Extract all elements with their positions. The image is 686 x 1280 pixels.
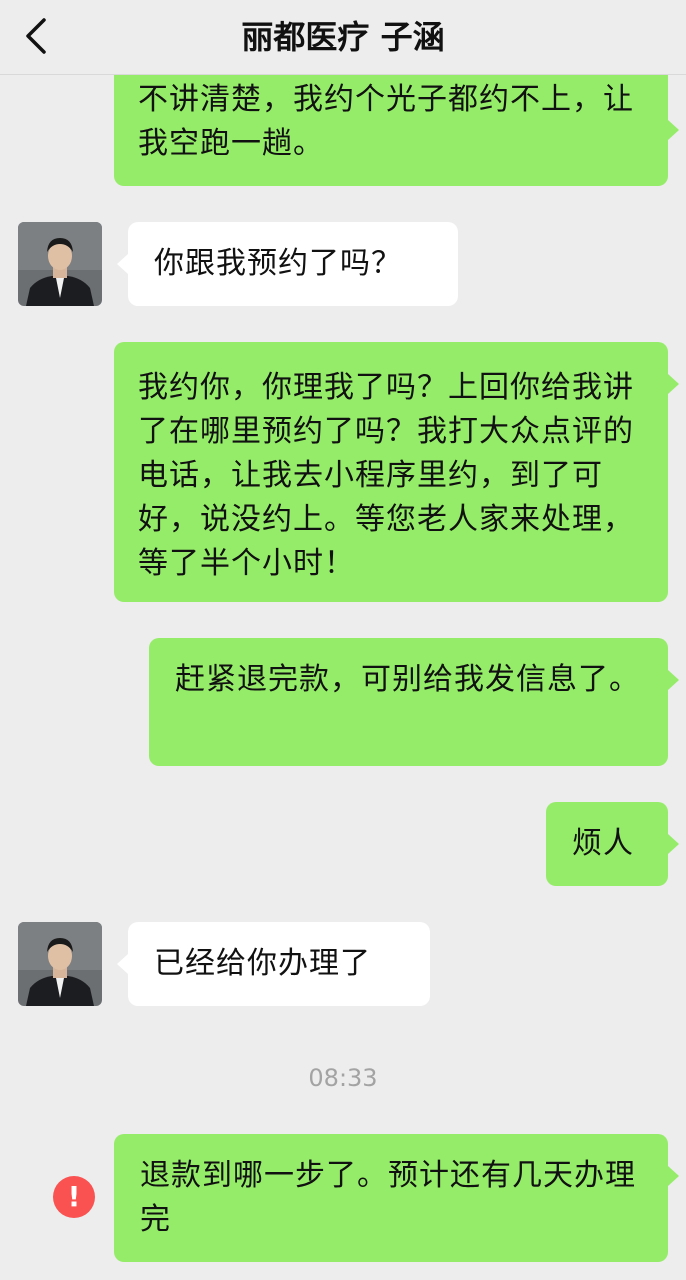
- bubble-tail: [117, 254, 128, 274]
- message-text: 我约你，你理我了吗？上回你给我讲了在哪里预约了吗？我打大众点评的电话，让我去小程…: [138, 370, 634, 581]
- chat-header: 丽都医疗 子涵: [0, 0, 686, 75]
- bubble-tail: [668, 670, 679, 690]
- bubble-tail: [668, 1166, 679, 1186]
- message-text: 退款到哪一步了。预计还有几天办理完: [140, 1158, 636, 1237]
- message-bubble-incoming[interactable]: 你跟我预约了吗？: [128, 222, 458, 306]
- avatar[interactable]: [18, 222, 102, 306]
- message-bubble-outgoing[interactable]: 烦人: [546, 802, 668, 886]
- chat-area[interactable]: 不讲清楚，我约个光子都约不上，让我空跑一趟。 你跟我预约了吗？ 我约你，你理我了…: [0, 0, 686, 1280]
- send-failed-icon[interactable]: !: [53, 1176, 95, 1218]
- message-text: 不讲清楚，我约个光子都约不上，让我空跑一趟。: [138, 82, 634, 161]
- bubble-tail: [117, 954, 128, 974]
- message-text: 赶紧退完款，可别给我发信息了。: [175, 662, 640, 697]
- message-timestamp: 08:33: [308, 1064, 378, 1092]
- message-bubble-outgoing[interactable]: 我约你，你理我了吗？上回你给我讲了在哪里预约了吗？我打大众点评的电话，让我去小程…: [114, 342, 668, 602]
- avatar[interactable]: [18, 922, 102, 1006]
- message-bubble-outgoing[interactable]: 退款到哪一步了。预计还有几天办理完: [114, 1134, 668, 1262]
- bubble-tail: [668, 834, 679, 854]
- chat-title: 丽都医疗 子涵: [241, 18, 445, 56]
- message-bubble-outgoing[interactable]: 赶紧退完款，可别给我发信息了。: [149, 638, 668, 766]
- message-text: 你跟我预约了吗？: [154, 246, 402, 281]
- message-text: 已经给你办理了: [154, 946, 371, 981]
- message-bubble-incoming[interactable]: 已经给你办理了: [128, 922, 430, 1006]
- bubble-tail: [668, 374, 679, 394]
- bubble-tail: [668, 120, 679, 140]
- message-text: 烦人: [572, 826, 634, 861]
- message-bubble-outgoing[interactable]: 不讲清楚，我约个光子都约不上，让我空跑一趟。: [114, 62, 668, 186]
